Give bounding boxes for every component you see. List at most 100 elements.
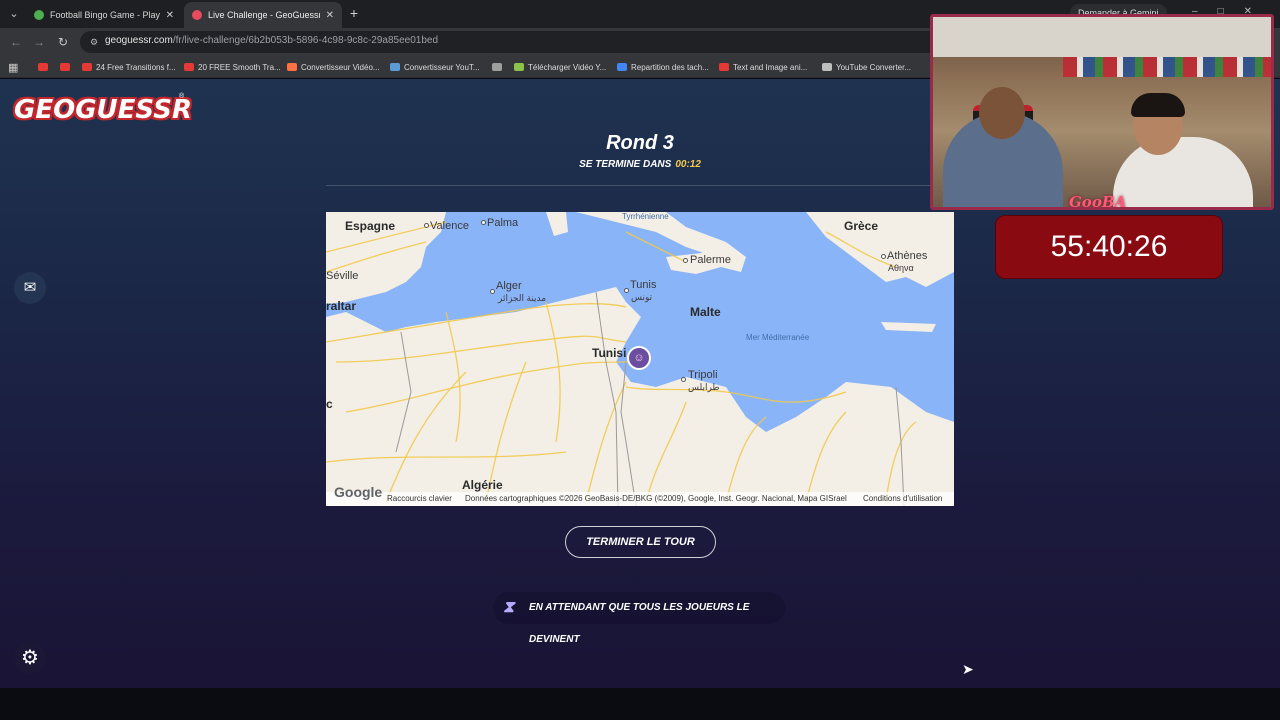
city-dot (481, 220, 486, 225)
bookmark-favicon-icon (184, 63, 194, 71)
bookmark-label: Convertisseur YouT... (404, 62, 480, 72)
bookmark-favicon-icon (38, 63, 48, 71)
apps-icon[interactable]: ▦ (8, 60, 18, 74)
site-info-icon[interactable]: ⚙ (88, 36, 100, 48)
map-label-tyrrhenian: Tyrrhénienne (622, 212, 669, 221)
finish-round-button[interactable]: TERMINER LE TOUR (565, 526, 716, 558)
map-label-tripoli-ar: طرابلس (688, 382, 720, 392)
map-label-tripoli: Tripoli (688, 369, 718, 381)
guess-map[interactable]: Espagne Valence Palma Tyrrhénienne Grèce… (326, 212, 954, 506)
map-label-algeria: Algérie (462, 478, 503, 492)
webcam-person-left-head (979, 87, 1025, 139)
map-label-tunis: Tunis (630, 279, 657, 291)
streamer-brand-logo: GooBA (1069, 193, 1127, 210)
webcam-overlay: GooBA (930, 14, 1274, 210)
map-label-tunisia: Tunisi (592, 346, 627, 360)
bookmark-item[interactable]: 24 Free Transitions f... (82, 60, 176, 74)
bookmark-label: Télécharger Vidéo Y... (528, 62, 607, 72)
bookmark-item[interactable]: Repartition des tach... (617, 60, 709, 74)
geoguessr-logo[interactable]: GEOGUESSR ® (14, 93, 192, 125)
favicon-icon (34, 10, 44, 20)
city-dot (881, 254, 886, 259)
bookmark-item[interactable]: YouTube Converter... (822, 60, 911, 74)
map-footer: Raccourcis clavier Données cartographiqu… (326, 492, 954, 506)
map-label-tunis-ar: تونس (631, 292, 653, 302)
ends-in-label: SE TERMINE DANS (579, 159, 672, 170)
forward-icon[interactable]: → (31, 34, 47, 50)
map-label-alger-ar: مدينة الجزائر (498, 293, 547, 303)
bookmark-label: 24 Free Transitions f... (96, 62, 176, 72)
tab-geoguessr[interactable]: Live Challenge - GeoGuessr ✕ (184, 2, 342, 28)
tab-search-icon[interactable]: ⌄ (6, 6, 22, 22)
hourglass-icon: ⧗ (503, 599, 515, 616)
map-label-greece: Grèce (844, 219, 879, 233)
mouse-cursor-icon: ➤ (962, 661, 974, 677)
city-dot (683, 258, 688, 263)
tab-title: Live Challenge - GeoGuessr (208, 10, 320, 20)
tab-title: Football Bingo Game - Play No (50, 10, 160, 20)
plus-icon[interactable]: + (346, 4, 362, 22)
tab-football-bingo[interactable]: Football Bingo Game - Play No ✕ (26, 2, 182, 28)
map-label-athenes-gr: Αθηνα (888, 263, 914, 273)
map-label-seville: Séville (326, 270, 359, 282)
map-label-palerme: Palerme (690, 254, 731, 266)
waiting-text: EN ATTENDANT QUE TOUS LES JOUEURS LE DEV… (529, 602, 750, 645)
address-bar[interactable]: ⚙ geoguessr.com/fr/live-challenge/6b2b05… (80, 31, 940, 53)
city-dot (424, 223, 429, 228)
city-dot (681, 377, 686, 382)
bookmark-item[interactable]: 20 FREE Smooth Tra... (184, 60, 281, 74)
map-label-valence: Valence (430, 220, 469, 232)
back-icon[interactable]: ← (8, 34, 24, 50)
bookmark-label: Convertisseur Vidéo... (301, 62, 380, 72)
bottom-bar (0, 688, 1280, 720)
bookmark-favicon-icon (514, 63, 524, 71)
google-logo: Google (334, 484, 383, 500)
bookmark-favicon-icon (82, 63, 92, 71)
bookmark-label: YouTube Converter... (836, 62, 912, 72)
bookmark-item[interactable]: Text and Image ani... (719, 60, 807, 74)
favicon-icon (192, 10, 202, 20)
terms-link[interactable]: Conditions d'utilisation (863, 494, 942, 503)
map-label-palma: Palma (487, 217, 519, 229)
webcam-flags (1063, 57, 1271, 77)
city-dot (624, 288, 629, 293)
waiting-status: ⧗ EN ATTENDANT QUE TOUS LES JOUEURS LE D… (493, 592, 785, 645)
map-label-c: c (326, 397, 333, 411)
bookmark-favicon-icon (287, 63, 297, 71)
map-label-athenes: Athènes (887, 250, 928, 262)
bookmark-favicon-icon (390, 63, 400, 71)
close-tab-icon[interactable]: ✕ (166, 10, 174, 21)
city-dot (490, 289, 495, 294)
webcam-person-right (1113, 137, 1253, 207)
bookmark-label: Repartition des tach... (631, 62, 709, 72)
player-marker-pin[interactable]: ☺ (627, 346, 651, 370)
chat-icon[interactable]: ✉ (14, 272, 46, 304)
map-label-malta: Malte (690, 305, 721, 319)
bookmark-item[interactable] (38, 60, 52, 74)
map-label-gibraltar: raltar (326, 299, 357, 313)
bookmark-item[interactable]: Télécharger Vidéo Y... (514, 60, 606, 74)
bookmark-favicon-icon (719, 63, 729, 71)
bookmark-favicon-icon (492, 63, 502, 71)
map-label-alger: Alger (496, 280, 522, 292)
map-data-attribution: Données cartographiques ©2026 GeoBasis-D… (465, 494, 847, 503)
map-label-mediterranean: Mer Méditerranée (746, 333, 810, 342)
bookmark-item[interactable]: Convertisseur YouT... (390, 60, 480, 74)
keyboard-shortcuts-link[interactable]: Raccourcis clavier (387, 494, 452, 503)
divider (326, 185, 954, 186)
bookmark-favicon-icon (822, 63, 832, 71)
settings-gear-icon[interactable]: ⚙ (14, 642, 46, 674)
bookmark-label: 20 FREE Smooth Tra... (198, 62, 281, 72)
close-tab-icon[interactable]: ✕ (326, 10, 334, 21)
webcam-ceiling (933, 17, 1271, 57)
countdown: 00:12 (675, 159, 701, 170)
stream-counter: 55:40:26 (995, 215, 1223, 279)
bookmark-item[interactable]: Convertisseur Vidéo... (287, 60, 380, 74)
bookmark-label: Text and Image ani... (733, 62, 808, 72)
bookmark-favicon-icon (60, 63, 70, 71)
bookmark-item[interactable] (60, 60, 74, 74)
reload-icon[interactable]: ↻ (55, 34, 71, 50)
url-text: geoguessr.com/fr/live-challenge/6b2b053b… (105, 35, 439, 46)
bookmark-item[interactable] (492, 60, 506, 74)
map-label-spain: Espagne (345, 219, 396, 233)
